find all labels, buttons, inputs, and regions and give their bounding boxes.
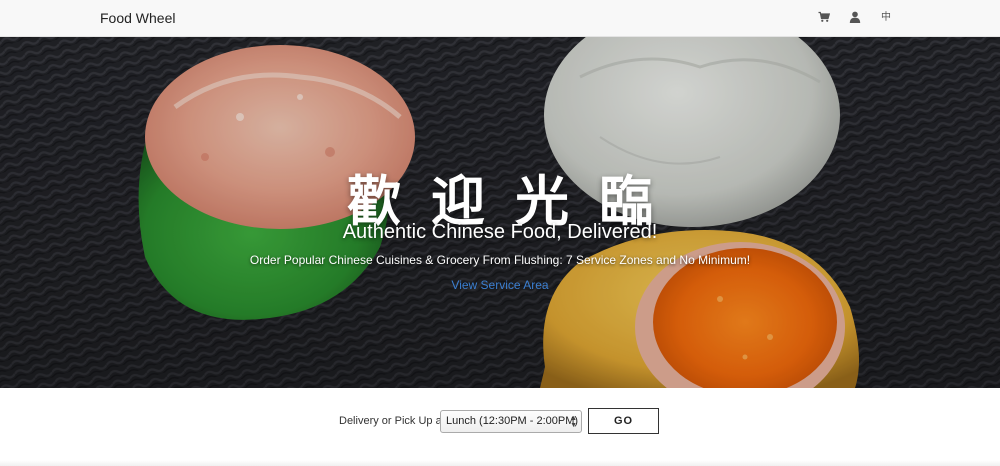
- view-service-area-link[interactable]: View Service Area: [451, 278, 548, 292]
- top-navbar: Food Wheel 中: [0, 0, 1000, 37]
- user-icon[interactable]: [848, 10, 862, 24]
- delivery-pickup-label: Delivery or Pick Up at: [339, 415, 445, 427]
- service-area-link-wrapper: View Service Area: [0, 278, 1000, 292]
- select-arrows-icon: ▲ ▼: [570, 415, 577, 429]
- hero-title: Authentic Chinese Food, Delivered!: [342, 221, 658, 243]
- brand-link[interactable]: Food Wheel: [100, 10, 175, 27]
- hero-banner: 歡迎光臨 Authentic Chinese Food, Delivered! …: [0, 37, 1000, 388]
- cart-icon[interactable]: [817, 10, 831, 24]
- meal-time-selected-value: Lunch (12:30PM - 2:00PM): [446, 415, 579, 427]
- hero-subtitle: Order Popular Chinese Cuisines & Grocery…: [249, 253, 751, 267]
- page-divider: [0, 460, 1000, 466]
- meal-time-select[interactable]: Lunch (12:30PM - 2:00PM) ▲ ▼: [440, 410, 582, 433]
- language-toggle[interactable]: 中: [881, 11, 891, 25]
- go-button[interactable]: GO: [588, 408, 659, 434]
- order-bar: Delivery or Pick Up at Lunch (12:30PM - …: [0, 388, 1000, 466]
